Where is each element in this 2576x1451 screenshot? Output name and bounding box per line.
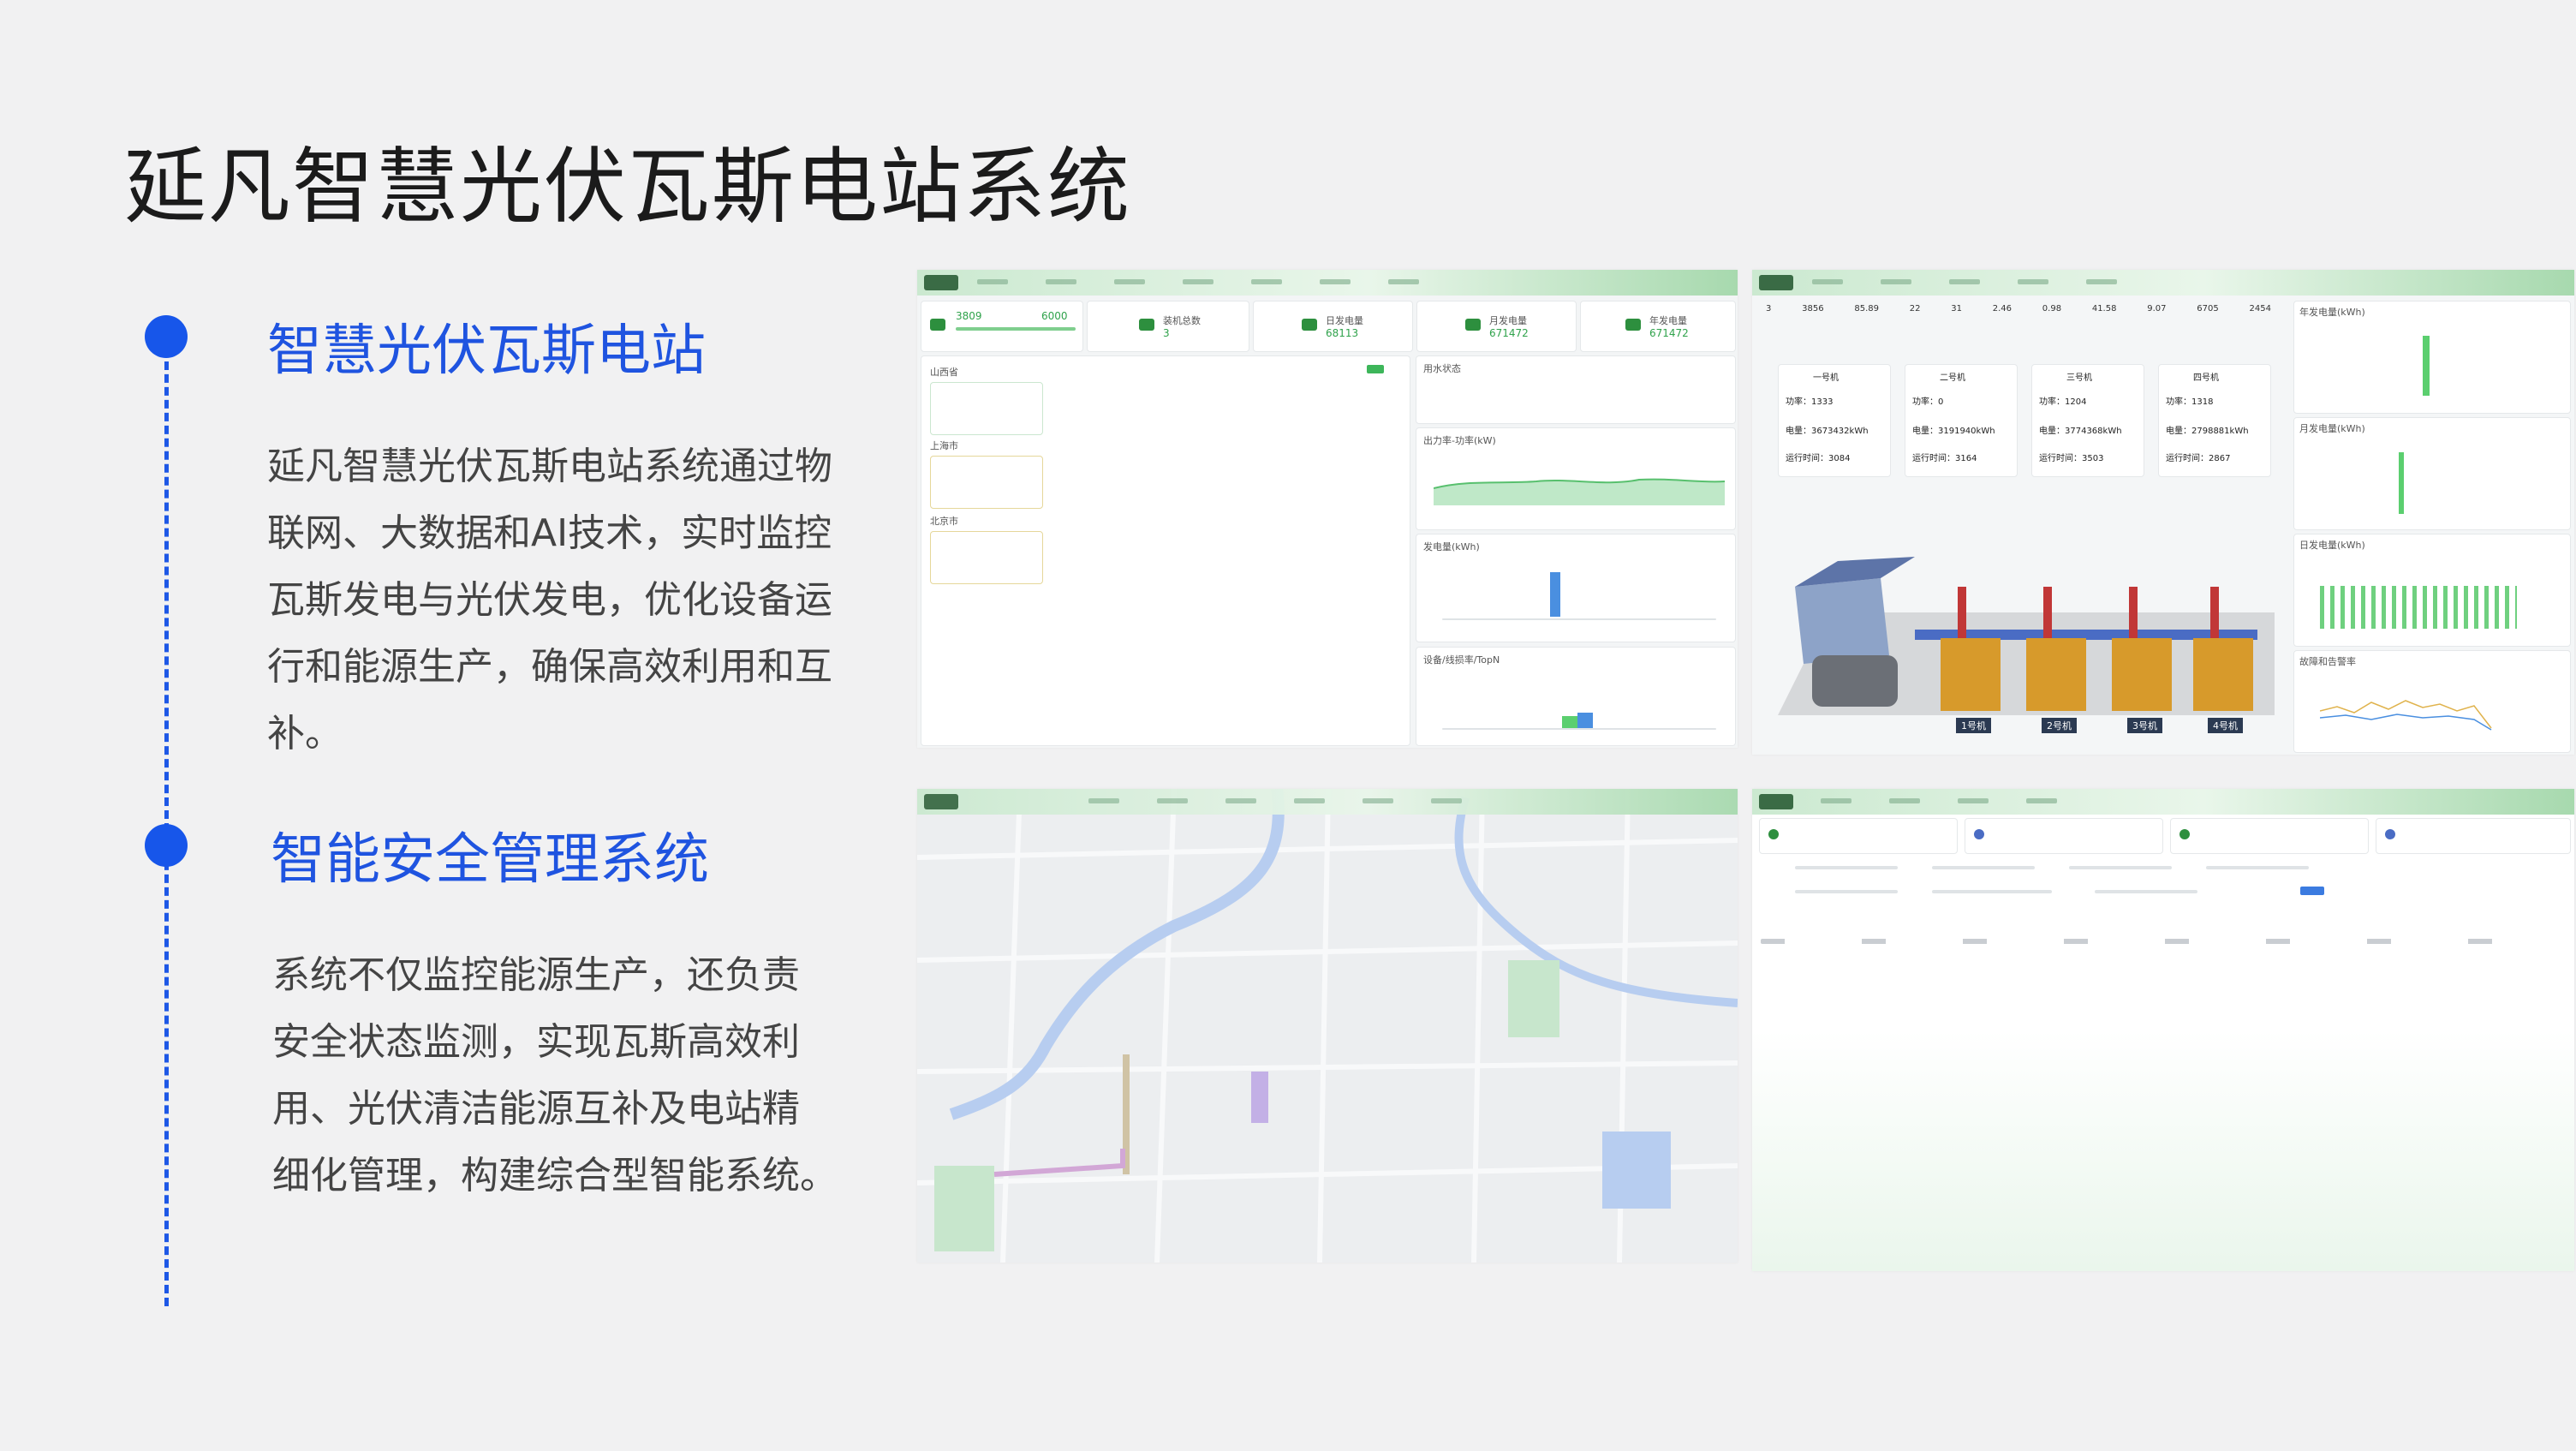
filter-row-4[interactable] bbox=[2206, 866, 2309, 869]
app-header bbox=[1752, 270, 2574, 296]
unit-card-2: 二号机 功率：0 电量：3191940kWh 运行时间：3164 bbox=[1905, 364, 2018, 477]
app-header bbox=[917, 270, 1738, 296]
filter-row-3[interactable] bbox=[2069, 866, 2172, 869]
summary-card-2 bbox=[1965, 818, 2163, 854]
summary-card-3 bbox=[2170, 818, 2369, 854]
app-logo bbox=[1759, 794, 1793, 809]
section-2-text: 系统不仅监控能源生产，还负责 安全状态监测，实现瓦斯高效利 用、光伏清洁能源互补… bbox=[272, 953, 838, 1197]
page-title: 延凡智慧光伏瓦斯电站系统 bbox=[124, 139, 1131, 235]
app-header bbox=[917, 789, 1738, 815]
unit-label-4: 4号机 bbox=[2208, 718, 2243, 733]
filter-row-6[interactable] bbox=[1932, 890, 2052, 893]
stats-row: 3 3856 85.89 22 31 2.46 0.98 41.58 9.07 6705 2454 bbox=[1766, 304, 2271, 313]
fault-rate-chart: 故障和告警率 bbox=[2293, 650, 2571, 753]
monthly-energy-chart: 月发电量(kWh) bbox=[2293, 417, 2571, 530]
summary-card-4 bbox=[2376, 818, 2571, 854]
kpi-monthly-energy: 月发电量 671472 bbox=[1416, 301, 1577, 352]
summary-card-1 bbox=[1759, 818, 1958, 854]
table-header bbox=[1761, 939, 2566, 944]
unit-label-1: 1号机 bbox=[1956, 718, 1991, 733]
section-2-heading: 智能安全管理系统 bbox=[271, 828, 709, 892]
filter-row-5[interactable] bbox=[1795, 890, 1898, 893]
loss-rate-chart: 设备/线损率/TopN bbox=[1416, 647, 1736, 746]
unit-label-3: 3号机 bbox=[2127, 718, 2162, 733]
app-logo bbox=[924, 275, 958, 290]
kpi-daily-energy: 日发电量 68113 bbox=[1253, 301, 1413, 352]
screenshot-table bbox=[1752, 789, 2574, 1271]
status-panel: 用水状态 bbox=[1416, 355, 1736, 424]
filter-row-1[interactable] bbox=[1795, 866, 1898, 869]
section-1-text: 延凡智慧光伏瓦斯电站系统通过物 联网、大数据和AI技术，实时监控 瓦斯发电与光伏… bbox=[267, 445, 832, 755]
screenshot-dashboard: 3809 6000 装机总数 3 日发电量 68113 月发电量 671472 … bbox=[917, 270, 1738, 748]
filter-row-2[interactable] bbox=[1932, 866, 2035, 869]
unit-label-2: 2号机 bbox=[2042, 718, 2077, 733]
daily-energy-chart: 日发电量(kWh) bbox=[2293, 534, 2571, 647]
unit-card-3: 三号机 功率：1204 电量：3774368kWh 运行时间：3503 bbox=[2031, 364, 2144, 477]
screenshot-units: 3 3856 85.89 22 31 2.46 0.98 41.58 9.07 6705 2454 … bbox=[1752, 270, 2574, 755]
app-logo bbox=[1759, 275, 1793, 290]
unit-card-1: 一号机 功率：1333 电量：3673432kWh 运行时间：3084 bbox=[1778, 364, 1891, 477]
plant-3d-view: 1号机 2号机 3号机 4号机 bbox=[1761, 484, 2283, 741]
filter-row-7[interactable] bbox=[2095, 890, 2197, 893]
power-line-chart: 出力率-功率(kW) bbox=[1416, 427, 1736, 530]
kpi-unit-count: 装机总数 3 bbox=[1087, 301, 1249, 352]
yearly-energy-chart: 年发电量(kWh) bbox=[2293, 301, 2571, 414]
energy-bar-chart: 发电量(kWh) bbox=[1416, 534, 1736, 642]
search-button[interactable] bbox=[2300, 887, 2324, 895]
app-header bbox=[1752, 789, 2574, 815]
kpi-yearly-energy: 年发电量 671472 bbox=[1580, 301, 1736, 352]
kpi-capacity: 3809 6000 bbox=[921, 301, 1083, 352]
section-1-heading: 智慧光伏瓦斯电站 bbox=[267, 319, 706, 383]
screenshot-map bbox=[917, 789, 1738, 1263]
timeline-line bbox=[164, 336, 169, 1306]
timeline-dot-1 bbox=[145, 315, 188, 358]
timeline-dot-2 bbox=[145, 824, 188, 867]
site-list: 山西省 上海市 北京市 bbox=[921, 355, 1410, 746]
unit-card-4: 四号机 功率：1318 电量：2798881kWh 运行时间：2867 bbox=[2158, 364, 2271, 477]
app-logo bbox=[924, 794, 958, 809]
